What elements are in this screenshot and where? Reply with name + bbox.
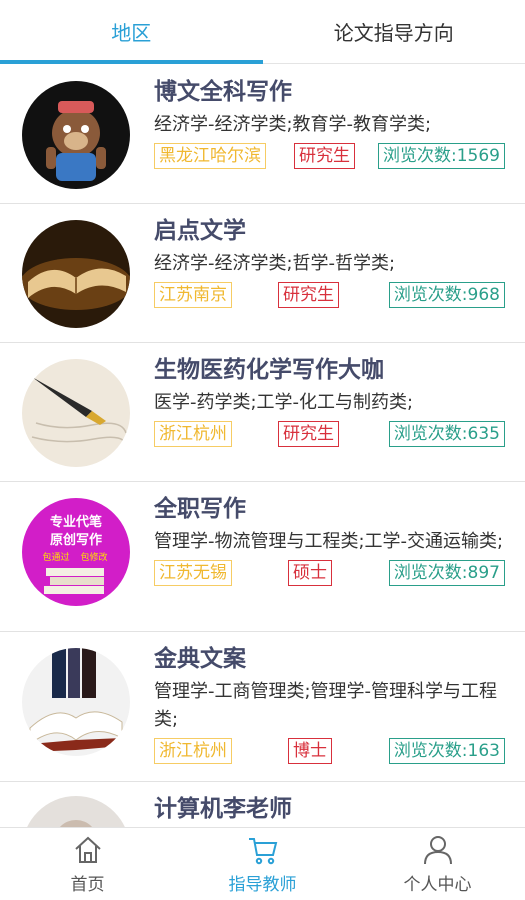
teacher-item[interactable]: 计算机李老师 [0, 782, 525, 827]
degree-tag: 研究生 [278, 421, 339, 447]
nav-instructors[interactable]: 指导教师 [175, 828, 350, 900]
teacher-subjects: 经济学-经济学类;教育学-教育学类; [154, 114, 432, 135]
region-tag: 黑龙江哈尔滨 [154, 143, 266, 169]
top-tab-bar: 地区 论文指导方向 [0, 0, 525, 64]
teacher-item[interactable]: 博文全科写作 经济学-经济学类;教育学-教育学类; 黑龙江哈尔滨 研究生 浏览次… [0, 65, 525, 204]
views-tag: 浏览次数:1569 [378, 143, 505, 169]
teacher-item[interactable]: 专业代笔 原创写作 包通过 包修改 全职写作 管理学-物流管理与工程类;工学-交… [0, 482, 525, 632]
teacher-name: 启点文学 [154, 218, 246, 244]
teacher-tags: 浙江杭州 研究生 浏览次数:635 [154, 421, 505, 449]
degree-tag: 博士 [288, 738, 332, 764]
bear-cartoon-avatar [22, 81, 130, 189]
region-tag: 江苏无锡 [154, 560, 232, 586]
teacher-tags: 江苏南京 研究生 浏览次数:968 [154, 282, 505, 310]
teacher-item[interactable]: 启点文学 经济学-经济学类;哲学-哲学类; 江苏南京 研究生 浏览次数:968 [0, 204, 525, 343]
nav-profile[interactable]: 个人中心 [350, 828, 525, 900]
teacher-item[interactable]: 生物医药化学写作大咖 医学-药学类;工学-化工与制药类; 浙江杭州 研究生 浏览… [0, 343, 525, 482]
views-tag: 浏览次数:635 [388, 421, 505, 447]
tab-region[interactable]: 地区 [0, 0, 263, 64]
teacher-tags: 浙江杭州 博士 浏览次数:163 [154, 738, 505, 766]
teacher-list: 博文全科写作 经济学-经济学类;教育学-教育学类; 黑龙江哈尔滨 研究生 浏览次… [0, 65, 525, 827]
fountain-pen-avatar [22, 359, 130, 467]
bottom-nav: 首页 指导教师 个人中心 [0, 827, 525, 900]
svg-text:包修改: 包修改 [80, 551, 107, 563]
region-tag: 浙江杭州 [154, 421, 232, 447]
teacher-name: 金典文案 [154, 646, 246, 672]
open-book-avatar [22, 220, 130, 328]
teacher-tags: 黑龙江哈尔滨 研究生 浏览次数:1569 [154, 143, 505, 171]
views-tag: 浏览次数:897 [388, 560, 505, 586]
teacher-subjects: 管理学-物流管理与工程类;工学-交通运输类; [154, 531, 504, 552]
views-tag: 浏览次数:968 [388, 282, 505, 308]
teacher-item[interactable]: 金典文案 管理学-工商管理类;管理学-管理科学与工程类; 浙江杭州 博士 浏览次… [0, 632, 525, 782]
svg-text:原创写作: 原创写作 [50, 532, 102, 548]
teacher-name: 博文全科写作 [154, 79, 292, 105]
nav-home-label: 首页 [70, 874, 105, 895]
teacher-subjects: 医学-药学类;工学-化工与制药类; [154, 392, 414, 413]
views-tag: 浏览次数:163 [388, 738, 505, 764]
nav-profile-label: 个人中心 [403, 874, 472, 895]
teacher-subjects: 经济学-经济学类;哲学-哲学类; [154, 253, 396, 274]
region-tag: 江苏南京 [154, 282, 232, 308]
degree-tag: 硕士 [288, 560, 332, 586]
teacher-name: 计算机李老师 [154, 796, 292, 822]
person-avatar [22, 796, 130, 827]
tab-thesis-direction[interactable]: 论文指导方向 [263, 0, 525, 63]
nav-instructors-label: 指导教师 [228, 874, 297, 895]
writing-ad-avatar: 专业代笔 原创写作 包通过 包修改 [22, 498, 130, 606]
svg-text:包通过: 包通过 [42, 551, 69, 563]
books-avatar [22, 648, 130, 756]
teacher-subjects: 管理学-工商管理类;管理学-管理科学与工程类; [154, 681, 498, 730]
home-icon [74, 836, 101, 863]
cart-icon [248, 837, 277, 864]
teacher-name: 生物医药化学写作大咖 [154, 357, 384, 383]
user-icon [423, 835, 452, 864]
teacher-name: 全职写作 [154, 496, 246, 522]
nav-home[interactable]: 首页 [0, 828, 175, 900]
region-tag: 浙江杭州 [154, 738, 232, 764]
teacher-tags: 江苏无锡 硕士 浏览次数:897 [154, 560, 505, 588]
degree-tag: 研究生 [294, 143, 355, 169]
svg-text:专业代笔: 专业代笔 [50, 514, 102, 530]
degree-tag: 研究生 [278, 282, 339, 308]
